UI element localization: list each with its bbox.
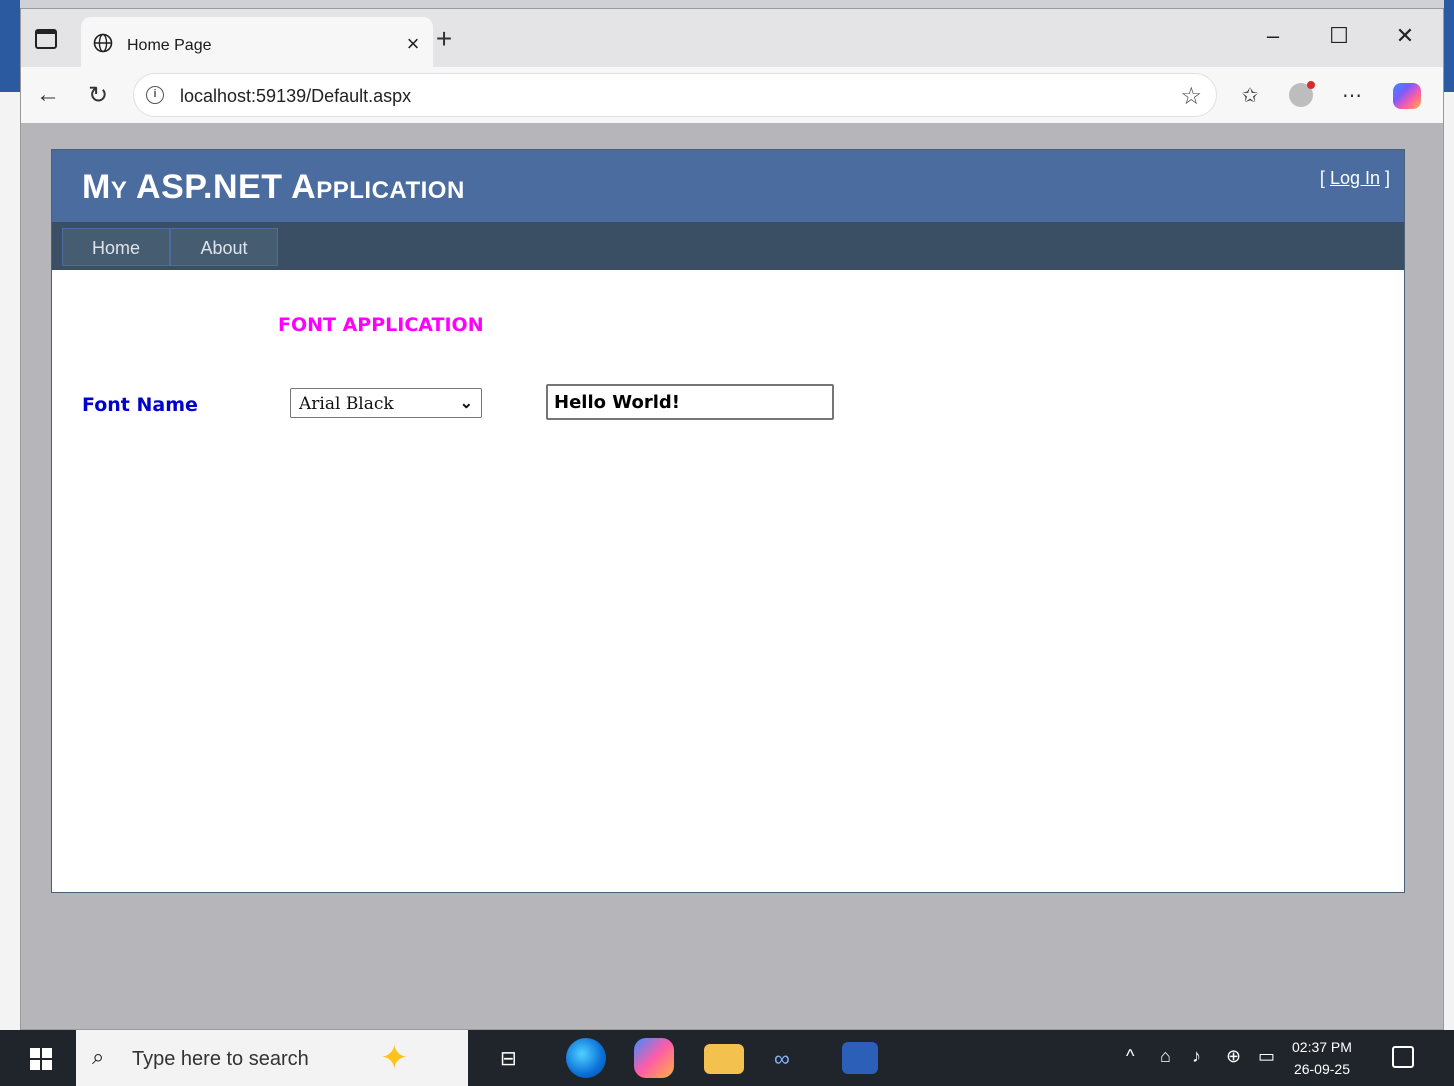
preview-textbox[interactable]: Hello World! [546, 384, 834, 420]
page-viewport: My ASP.NET Application [ Log In ] Home A… [29, 125, 1437, 1021]
notification-dot [1307, 81, 1315, 89]
file-explorer-icon[interactable] [704, 1044, 744, 1074]
login-area: [ Log In ] [1320, 168, 1390, 189]
clock[interactable]: 02:37 PM 26-09-25 [1292, 1036, 1352, 1080]
site-page: My ASP.NET Application [ Log In ] Home A… [51, 149, 1405, 893]
desktop-wallpaper-right [1444, 0, 1454, 92]
copilot-app-icon[interactable] [634, 1038, 674, 1078]
search-placeholder: Type here to search [132, 1048, 309, 1070]
windows-start-icon[interactable] [30, 1048, 52, 1070]
minimize-button[interactable]: – [1253, 23, 1293, 49]
login-bracket-open: [ [1319, 168, 1330, 188]
page-heading: FONT APPLICATION [278, 314, 484, 336]
chevron-down-icon: ⌄ [459, 395, 473, 412]
tab-home-page[interactable]: Home Page × [81, 17, 433, 67]
clock-time: 02:37 PM [1292, 1039, 1352, 1055]
menu-item-home[interactable]: Home [62, 228, 170, 266]
taskbar: ⌕ Type here to search ✦ ⊟ ∞ ^ ⌂ ♪ ⊕ ▭ 02… [0, 1030, 1454, 1086]
sparkle-icon: ✦ [380, 1039, 409, 1077]
site-title: My ASP.NET Application [82, 168, 465, 206]
search-icon: ⌕ [92, 1044, 105, 1069]
taskbar-search[interactable]: ⌕ Type here to search ✦ [76, 1030, 468, 1086]
site-header: My ASP.NET Application [ Log In ] [52, 150, 1404, 222]
nav-menu: Home About [52, 222, 1404, 270]
favorite-star-icon[interactable]: ☆ [1180, 82, 1202, 111]
new-tab-button[interactable]: + [431, 23, 457, 55]
font-select[interactable]: Arial Black ⌄ [290, 388, 482, 418]
login-link[interactable]: Log In [1330, 168, 1380, 188]
task-view-icon[interactable]: ⊟ [500, 1046, 517, 1071]
desktop-left-edge [0, 0, 20, 1030]
tab-title: Home Page [127, 37, 212, 54]
close-window-button[interactable]: ✕ [1385, 23, 1425, 49]
refresh-icon[interactable]: ↻ [83, 81, 113, 110]
notification-icon[interactable] [1392, 1046, 1414, 1068]
desktop-right-edge [1444, 0, 1454, 1030]
network-icon[interactable]: ⌂ [1160, 1046, 1171, 1067]
menu-item-about[interactable]: About [170, 228, 278, 266]
font-select-value: Arial Black [299, 394, 394, 414]
browser-toolbar: ← ↻ i localhost:59139/Default.aspx ☆ ✩ ⋯ [21, 67, 1443, 123]
address-bar[interactable]: i localhost:59139/Default.aspx ☆ [133, 73, 1217, 117]
url-text[interactable]: localhost:59139/Default.aspx [180, 86, 411, 107]
volume-icon[interactable]: ♪ [1192, 1046, 1201, 1067]
infinity-app-icon[interactable]: ∞ [774, 1046, 790, 1072]
login-bracket-close: ] [1379, 168, 1390, 188]
language-icon[interactable]: ⊕ [1226, 1046, 1241, 1067]
tab-actions-icon[interactable] [35, 29, 57, 49]
back-arrow-icon[interactable]: ← [33, 81, 63, 109]
word-app-icon[interactable] [842, 1042, 878, 1074]
profile-avatar-icon[interactable] [1289, 81, 1315, 107]
edge-app-icon[interactable] [566, 1038, 606, 1078]
show-hidden-icons[interactable]: ^ [1126, 1046, 1134, 1067]
globe-icon [93, 33, 113, 53]
font-name-label: Font Name [82, 394, 198, 416]
more-options-icon[interactable]: ⋯ [1337, 83, 1367, 108]
clock-date: 26-09-25 [1293, 1061, 1350, 1077]
tab-close-icon[interactable]: × [401, 31, 425, 57]
browser-window: Home Page × + – ☐ ✕ ← ↻ i localhost:5913… [20, 8, 1444, 1030]
favorites-icon[interactable]: ✩ [1235, 83, 1265, 108]
site-info-icon[interactable]: i [146, 86, 164, 104]
copilot-icon[interactable] [1393, 83, 1421, 109]
desktop-wallpaper [0, 0, 20, 92]
tab-strip: Home Page × + – ☐ ✕ [21, 9, 1443, 67]
maximize-button[interactable]: ☐ [1319, 23, 1359, 49]
battery-icon[interactable]: ▭ [1258, 1046, 1275, 1067]
